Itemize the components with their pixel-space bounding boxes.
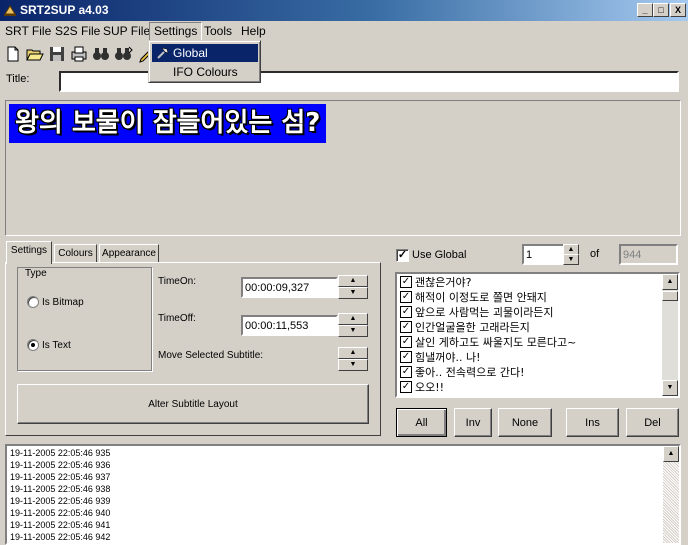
list-item-checkbox[interactable]: ✓ bbox=[400, 336, 412, 348]
new-file-icon[interactable] bbox=[2, 44, 24, 64]
menu-s2s-file[interactable]: S2S File bbox=[55, 24, 100, 38]
radio-is-bitmap[interactable] bbox=[27, 296, 39, 308]
log-line: 19-11-2005 22:05:46 935 bbox=[10, 448, 111, 458]
list-item-checkbox[interactable]: ✓ bbox=[400, 321, 412, 333]
time-off-label: TimeOff: bbox=[158, 313, 196, 324]
toolbar bbox=[0, 42, 688, 66]
of-label: of bbox=[590, 248, 600, 260]
list-item-checkbox[interactable]: ✓ bbox=[400, 306, 412, 318]
index-down-arrow-icon[interactable]: ▼ bbox=[563, 254, 579, 265]
time-on-down-arrow-icon[interactable]: ▼ bbox=[338, 287, 368, 299]
list-item[interactable]: ✓ 인간얼굴을한 고래라든지 bbox=[399, 320, 661, 335]
maximize-button[interactable]: □ bbox=[653, 3, 669, 17]
menu-item-ifo-colours[interactable]: IFO Colours bbox=[152, 63, 258, 81]
title-bar[interactable]: SRT2SUP a4.03 _ □ X bbox=[0, 0, 688, 21]
time-on-label: TimeOn: bbox=[158, 276, 196, 287]
list-item[interactable]: ✓ 해적이 이정도로 쫄면 안돼지 bbox=[399, 290, 661, 305]
minimize-button[interactable]: _ bbox=[637, 3, 653, 17]
menu-tools[interactable]: Tools bbox=[204, 24, 232, 38]
select-none-button[interactable]: None bbox=[498, 408, 552, 437]
subtitle-index-input[interactable] bbox=[522, 244, 566, 265]
close-button[interactable]: X bbox=[670, 3, 686, 17]
type-group-label: Type bbox=[23, 268, 49, 279]
move-down-arrow-icon[interactable]: ▼ bbox=[338, 359, 368, 371]
menu-srt-file[interactable]: SRT File bbox=[5, 24, 51, 38]
menu-bar: SRT File S2S File SUP File Settings Tool… bbox=[0, 21, 688, 41]
radio-is-text[interactable] bbox=[27, 339, 39, 351]
alter-subtitle-layout-button[interactable]: Alter Subtitle Layout bbox=[17, 384, 369, 424]
time-on-input[interactable] bbox=[241, 277, 338, 298]
use-global-label: Use Global bbox=[412, 249, 467, 261]
delete-button[interactable]: Del bbox=[626, 408, 679, 437]
scroll-up-arrow-icon[interactable]: ▲ bbox=[662, 274, 678, 290]
list-item[interactable]: ✓ 오오!! bbox=[399, 380, 661, 395]
hammer-icon bbox=[157, 47, 169, 59]
settings-dropdown: Global IFO Colours bbox=[148, 40, 261, 83]
tab-appearance[interactable]: Appearance bbox=[99, 244, 159, 263]
log-line: 19-11-2005 22:05:46 940 bbox=[10, 508, 111, 518]
list-item-checkbox[interactable]: ✓ bbox=[400, 366, 412, 378]
menu-item-ifo-colours-label: IFO Colours bbox=[173, 65, 238, 79]
scroll-down-arrow-icon[interactable]: ▼ bbox=[662, 380, 678, 396]
time-on-up-arrow-icon[interactable]: ▲ bbox=[338, 275, 368, 287]
subtitle-index-spinner: ▲ ▼ bbox=[563, 244, 579, 265]
subtitle-total-field bbox=[619, 244, 678, 265]
type-group bbox=[17, 267, 152, 371]
log-line: 19-11-2005 22:05:46 942 bbox=[10, 532, 111, 542]
window-title: SRT2SUP a4.03 bbox=[20, 3, 109, 17]
menu-help[interactable]: Help bbox=[241, 24, 266, 38]
log-line: 19-11-2005 22:05:46 939 bbox=[10, 496, 111, 506]
tab-colours[interactable]: Colours bbox=[54, 244, 97, 263]
find-next-binoculars-icon[interactable] bbox=[112, 44, 134, 64]
list-item-checkbox[interactable]: ✓ bbox=[400, 291, 412, 303]
list-item[interactable]: ✓ 앞으로 사람먹는 괴물이라든지 bbox=[399, 305, 661, 320]
list-item-checkbox[interactable]: ✓ bbox=[400, 351, 412, 363]
preview-subtitle-text: 왕의 보물이 잠들어있는 섬? bbox=[9, 104, 327, 143]
tab-settings[interactable]: Settings bbox=[6, 241, 52, 264]
radio-is-bitmap-label: Is Bitmap bbox=[42, 297, 84, 308]
subtitle-list[interactable]: ✓ 괜찮은거야? ✓ 해적이 이정도로 쫄면 안돼지 ✓ 앞으로 사람먹는 괴물이라든… bbox=[395, 272, 680, 398]
move-subtitle-label: Move Selected Subtitle: bbox=[158, 350, 264, 361]
move-subtitle-spinner: ▲ ▼ bbox=[338, 347, 368, 371]
list-item[interactable]: ✓ 힘낼꺼야.. 나! bbox=[399, 350, 661, 365]
save-disk-icon[interactable] bbox=[46, 44, 68, 64]
list-item[interactable]: ✓ 괜찮은거야? bbox=[399, 275, 661, 290]
list-item-checkbox[interactable]: ✓ bbox=[400, 276, 412, 288]
log-line: 19-11-2005 22:05:46 937 bbox=[10, 472, 111, 482]
find-binoculars-icon[interactable] bbox=[90, 44, 112, 64]
use-global-checkbox[interactable]: ✓ bbox=[396, 249, 409, 262]
time-off-up-arrow-icon[interactable]: ▲ bbox=[338, 313, 368, 325]
scroll-thumb[interactable] bbox=[662, 291, 678, 301]
log-list[interactable]: 19-11-2005 22:05:46 935 19-11-2005 22:05… bbox=[5, 444, 681, 545]
move-up-arrow-icon[interactable]: ▲ bbox=[338, 347, 368, 359]
time-off-input[interactable] bbox=[241, 315, 338, 336]
time-off-down-arrow-icon[interactable]: ▼ bbox=[338, 325, 368, 337]
menu-sup-file[interactable]: SUP File bbox=[103, 24, 150, 38]
radio-is-text-label: Is Text bbox=[42, 340, 71, 351]
subtitle-preview: 왕의 보물이 잠들어있는 섬? bbox=[5, 100, 681, 236]
print-icon[interactable] bbox=[68, 44, 90, 64]
menu-settings[interactable]: Settings bbox=[149, 22, 203, 41]
log-scroll-up-arrow-icon[interactable]: ▲ bbox=[663, 446, 679, 462]
subtitle-list-scrollbar[interactable]: ▲ ▼ bbox=[662, 274, 678, 396]
title-label: Title: bbox=[6, 73, 30, 85]
log-line: 19-11-2005 22:05:46 938 bbox=[10, 484, 111, 494]
app-icon bbox=[4, 5, 16, 16]
log-line: 19-11-2005 22:05:46 941 bbox=[10, 520, 111, 530]
menu-item-global[interactable]: Global bbox=[152, 44, 258, 62]
select-all-button[interactable]: All bbox=[396, 408, 447, 437]
time-off-spinner: ▲ ▼ bbox=[338, 313, 368, 337]
list-item[interactable]: ✓ 좋아.. 전속력으로 간다! bbox=[399, 365, 661, 380]
list-item-checkbox[interactable]: ✓ bbox=[400, 381, 412, 393]
log-scrollbar[interactable]: ▲ bbox=[663, 446, 679, 543]
invert-selection-button[interactable]: Inv bbox=[454, 408, 492, 437]
list-item[interactable]: ✓ 살인 게하고도 싸울지도 모른다고~ bbox=[399, 335, 661, 350]
insert-button[interactable]: Ins bbox=[566, 408, 619, 437]
open-folder-icon[interactable] bbox=[24, 44, 46, 64]
time-on-spinner: ▲ ▼ bbox=[338, 275, 368, 299]
log-line: 19-11-2005 22:05:46 936 bbox=[10, 460, 111, 470]
menu-item-global-label: Global bbox=[173, 46, 208, 60]
